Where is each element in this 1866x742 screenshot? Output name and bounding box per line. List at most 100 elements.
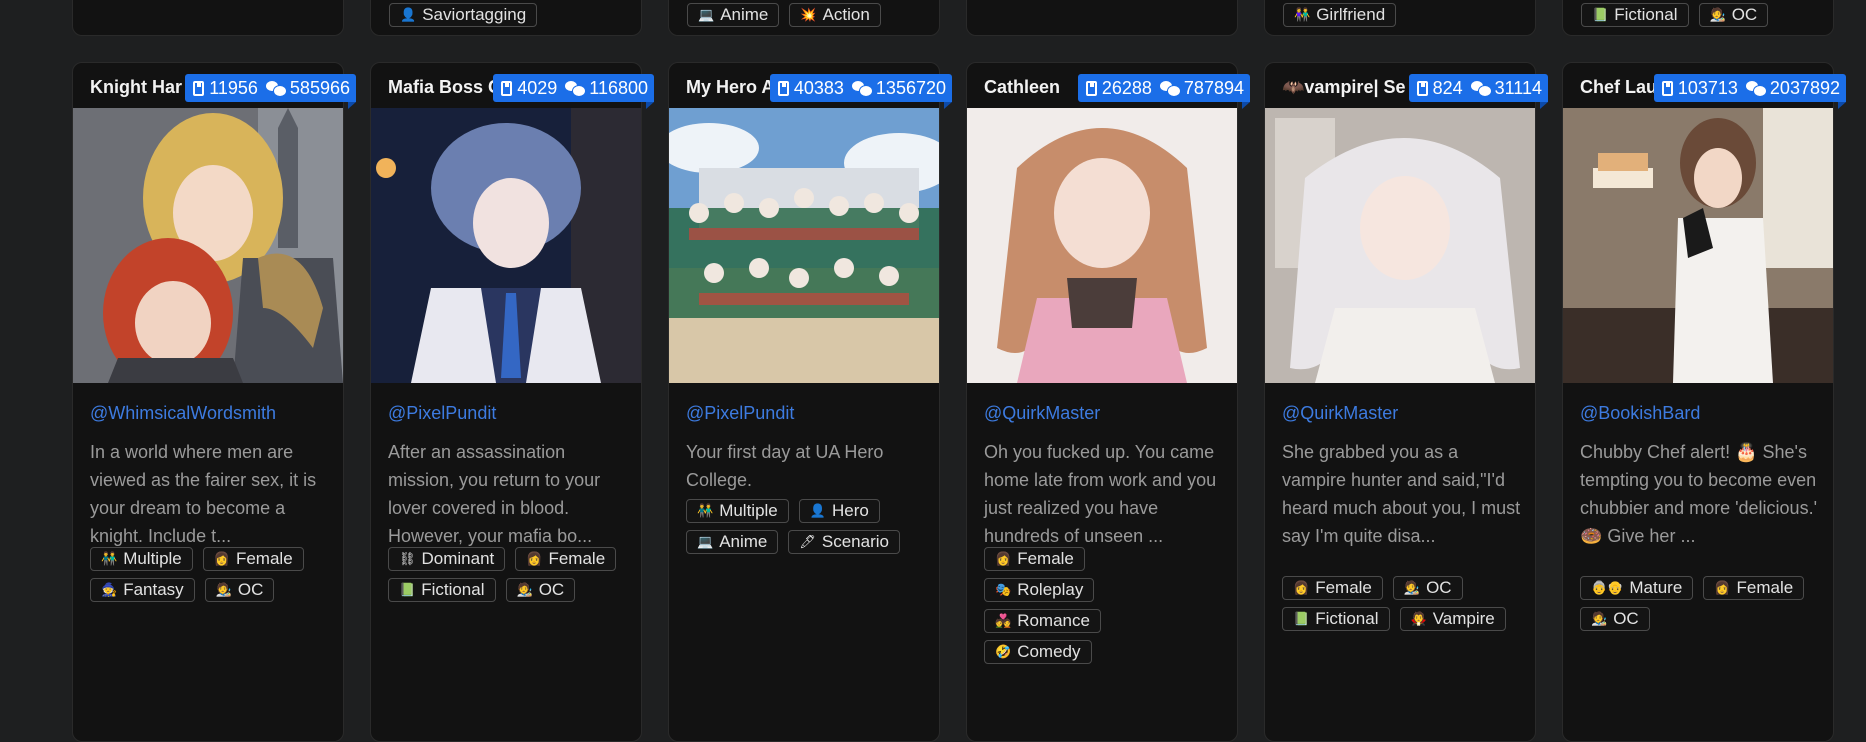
character-portrait[interactable]	[1563, 108, 1833, 383]
tag-vampire[interactable]: 🧛 Vampire	[1399, 607, 1506, 631]
tag-action[interactable]: 💥 Action	[789, 3, 881, 27]
stats-badge: 26288 787894	[1077, 74, 1251, 109]
tag-fictional[interactable]: 📗 Fictional	[1282, 607, 1390, 631]
book-icon	[1416, 80, 1428, 96]
tag-saviortagging[interactable]: 👤 Saviortagging	[389, 3, 538, 27]
woman-icon: 👩	[213, 551, 230, 566]
book-count: 40383	[793, 78, 844, 98]
author-link[interactable]: @PixelPundit	[388, 403, 496, 424]
people-icon: 👬	[697, 503, 714, 518]
author-link[interactable]: @WhimsicalWordsmith	[90, 403, 276, 424]
tag-scenario[interactable]: 🖊 Scenario	[788, 530, 900, 554]
character-description: Your first day at UA Hero College.	[686, 442, 884, 490]
tag-oc[interactable]: 🧑‍🎨 OC	[1698, 3, 1769, 27]
woman-icon: 👩	[1714, 580, 1731, 595]
character-card-partial[interactable]: 👤 Saviortagging	[370, 0, 642, 36]
character-card-partial[interactable]	[966, 0, 1238, 36]
tag-romance[interactable]: 💑 Romance	[984, 609, 1101, 633]
character-card[interactable]: Cathleen 26288 787894 @QuirkMaster Oh yo…	[966, 62, 1251, 742]
character-card[interactable]: Mafia Boss G 4029 116800 @PixelPundit Af…	[370, 62, 654, 742]
book-icon: 📗	[1592, 7, 1609, 22]
stats-badge: 40383 1356720	[769, 74, 953, 109]
character-card[interactable]: Chef Lau 103713 2037892 @BookishBard Chu…	[1562, 62, 1847, 742]
tag-fictional[interactable]: 📗 Fictional	[1581, 3, 1689, 27]
character-grid: 👤 Saviortagging 💻 Anime 💥 Action 👫 Girlfrien…	[0, 0, 1866, 742]
stats-badge: 824 31114	[1408, 74, 1549, 109]
tag-hero[interactable]: 👤 Hero	[798, 499, 880, 523]
chain-icon: ⛓	[399, 551, 416, 566]
book-count: 824	[1432, 78, 1463, 98]
tag-anime[interactable]: 💻 Anime	[687, 3, 780, 27]
book-count: 11956	[209, 78, 258, 98]
character-description: Chubby Chef alert! 🎂 She's tempting you …	[1580, 442, 1818, 546]
chat-count: 585966	[289, 78, 350, 98]
character-portrait[interactable]	[669, 108, 939, 383]
character-portrait[interactable]	[967, 108, 1237, 383]
tag-list: 👬 Multiple 👩 Female 🧙 Fantasy 🧑‍🎨 OC	[90, 547, 335, 602]
person-icon: 👤	[400, 7, 417, 22]
character-card-partial[interactable]: 👫 Girlfriend	[1264, 0, 1536, 36]
character-description: Oh you fucked up. You came home late fro…	[984, 442, 1217, 546]
elderly-people-icon: 👵👴	[1591, 580, 1624, 595]
artist-icon: 🧑‍🎨	[1709, 7, 1726, 22]
person-icon: 👤	[809, 503, 826, 518]
computer-icon: 💻	[698, 7, 715, 22]
character-description: In a world where men are viewed as the f…	[90, 442, 317, 546]
tag-female[interactable]: 👩 Female	[1703, 576, 1805, 600]
tag-female[interactable]: 👩 Female	[984, 547, 1085, 571]
tag-multiple[interactable]: 👬 Multiple	[686, 499, 789, 523]
tag-oc[interactable]: 🧑‍🎨 OC	[1392, 576, 1463, 600]
computer-icon: 💻	[697, 534, 714, 549]
character-portrait[interactable]	[371, 108, 641, 383]
tag-oc[interactable]: 🧑‍🎨 OC	[1580, 607, 1650, 631]
tag-female[interactable]: 👩 Female	[202, 547, 304, 571]
character-portrait[interactable]	[73, 108, 343, 383]
tag-list: 📗 Fictional 🧑‍🎨 OC	[1581, 3, 1826, 27]
couple-heart-icon: 💑	[995, 613, 1012, 628]
tag-oc[interactable]: 🧑‍🎨 OC	[204, 578, 275, 602]
tag-female[interactable]: 👩 Female	[1282, 576, 1383, 600]
tag-roleplay[interactable]: 🎭 Roleplay	[984, 578, 1095, 602]
character-card-partial[interactable]: 📗 Fictional 🧑‍🎨 OC	[1562, 0, 1834, 36]
stats-badge: 11956 585966	[185, 74, 356, 109]
tag-list: 👩 Female 🧑‍🎨 OC 📗 Fictional 🧛 Vampire	[1282, 576, 1527, 631]
artist-icon: 🧑‍🎨	[1403, 580, 1421, 595]
book-count: 4029	[517, 78, 558, 98]
character-card[interactable]: My Hero A 40383 1356720 @PixelPundit You…	[668, 62, 953, 742]
tag-multiple[interactable]: 👬 Multiple	[90, 547, 193, 571]
character-description: She grabbed you as a vampire hunter and …	[1282, 442, 1521, 546]
author-link[interactable]: @QuirkMaster	[1282, 403, 1398, 424]
character-card[interactable]: 🦇vampire| Se 824 31114 @QuirkMaster She …	[1264, 62, 1549, 742]
tag-list: 💻 Anime 💥 Action	[687, 3, 932, 27]
tag-anime[interactable]: 💻 Anime	[686, 530, 779, 554]
character-card-partial[interactable]: 💻 Anime 💥 Action	[668, 0, 940, 36]
woman-icon: 👩	[526, 551, 543, 566]
chat-count: 116800	[589, 78, 648, 98]
author-link[interactable]: @QuirkMaster	[984, 403, 1100, 424]
tag-dominant[interactable]: ⛓ Dominant	[388, 547, 506, 571]
tag-mature[interactable]: 👵👴 Mature	[1580, 576, 1694, 600]
chat-icon	[565, 80, 587, 97]
tag-girlfriend[interactable]: 👫 Girlfriend	[1283, 3, 1397, 27]
pen-icon: 🖊	[799, 534, 816, 549]
chat-count: 787894	[1183, 78, 1244, 98]
tag-comedy[interactable]: 🤣 Comedy	[984, 640, 1092, 664]
tag-list: 👤 Saviortagging	[389, 3, 634, 27]
author-link[interactable]: @BookishBard	[1580, 403, 1700, 424]
chat-icon	[265, 80, 287, 97]
book-icon	[1661, 80, 1673, 96]
tag-fictional[interactable]: 📗 Fictional	[388, 578, 496, 602]
wizard-icon: 🧙	[101, 582, 118, 597]
chat-count: 31114	[1494, 78, 1542, 98]
character-portrait[interactable]	[1265, 108, 1535, 383]
tag-oc[interactable]: 🧑‍🎨 OC	[505, 578, 576, 602]
tag-fantasy[interactable]: 🧙 Fantasy	[90, 578, 195, 602]
woman-icon: 👩	[1293, 580, 1310, 595]
chat-icon	[851, 80, 873, 97]
character-card[interactable]: Knight Har 11956 585966 @WhimsicalWordsm…	[72, 62, 356, 742]
tag-female[interactable]: 👩 Female	[515, 547, 617, 571]
author-link[interactable]: @PixelPundit	[686, 403, 794, 424]
character-card-partial[interactable]	[72, 0, 344, 36]
book-icon: 📗	[1293, 611, 1310, 626]
tag-list: 👩 Female 🎭 Roleplay 💑 Romance 🤣 Comedy	[984, 547, 1134, 664]
